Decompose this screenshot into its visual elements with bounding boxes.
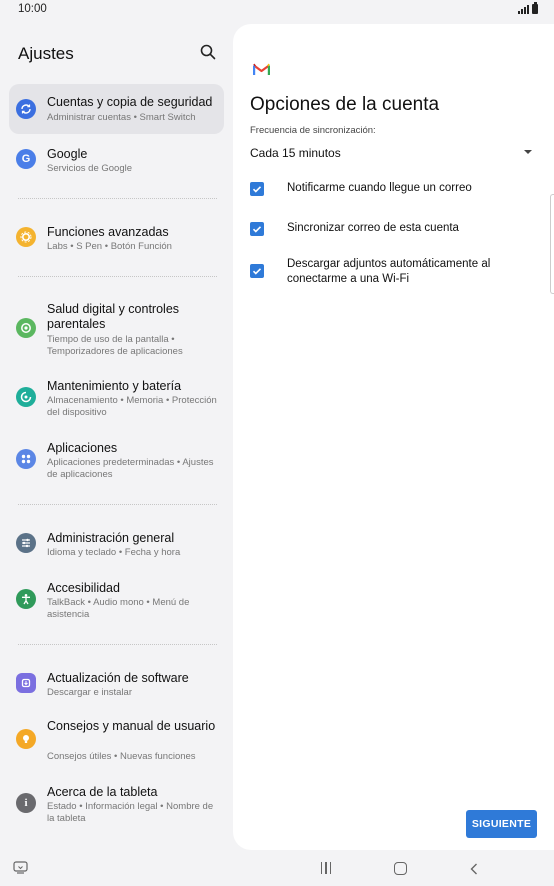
sidebar-item-subtitle: Tiempo de uso de la pantalla • Temporiza… — [47, 334, 183, 357]
sync-frequency-dropdown[interactable]: Cada 15 minutos — [250, 144, 532, 162]
sidebar-item-title: Salud digital y controles parentales — [47, 302, 180, 331]
checkmark-icon — [252, 186, 262, 193]
accessibility-icon — [16, 589, 36, 609]
checkmark-icon — [252, 268, 262, 275]
sidebar-item-subtitle: Labs • S Pen • Botón Función — [47, 241, 172, 252]
status-icons — [518, 2, 538, 14]
sidebar-item-subtitle: Descargar e instalar — [47, 687, 133, 698]
sidebar-item-title: Consejos y manual de usuario — [47, 719, 216, 733]
notify-checkbox[interactable] — [250, 182, 264, 196]
sidebar-item-title: Mantenimiento y batería — [47, 379, 182, 393]
sidebar-item-funciones[interactable]: Funciones avanzadas Labs • S Pen • Botón… — [9, 216, 224, 258]
sidebar-item-actualizacion[interactable]: Actualización de software Descargar e in… — [9, 662, 224, 704]
sidebar-item-accesibilidad[interactable]: Accesibilidad TalkBack • Audio mono • Me… — [9, 574, 224, 626]
sidebar-item-subtitle: Almacenamiento • Memoria • Protección de… — [47, 395, 217, 418]
sidebar-item-subtitle: Estado • Información legal • Nombre de l… — [47, 801, 214, 824]
digital-wellbeing-icon — [16, 318, 36, 338]
attachments-label: Descargar adjuntos automáticamente al co… — [287, 258, 491, 285]
sidebar-item-title: Google — [47, 147, 88, 161]
back-chevron-icon — [470, 863, 477, 875]
sidebar-item-title: Funciones avanzadas — [47, 225, 169, 239]
sidebar-item-title: Accesibilidad — [47, 581, 120, 595]
sidebar-item-aplicaciones[interactable]: Aplicaciones Aplicaciones predeterminada… — [9, 434, 224, 486]
search-button[interactable] — [200, 44, 218, 62]
sidebar-item-google[interactable]: G Google Servicios de Google — [9, 138, 224, 180]
sidebar-item-cuentas[interactable]: Cuentas y copia de seguridad Administrar… — [9, 84, 224, 134]
sidebar-item-title: Actualización de software — [47, 671, 189, 685]
divider — [18, 276, 217, 277]
sidebar-item-acerca[interactable]: i Acerca de la tableta Estado • Informac… — [9, 778, 224, 830]
next-button[interactable]: SIGUIENTE — [466, 810, 537, 838]
sidebar-item-title: Cuentas y copia de seguridad — [47, 95, 213, 109]
search-icon — [200, 44, 216, 60]
keyboard-icon — [13, 861, 28, 874]
sidebar-item-subtitle: Servicios de Google — [47, 163, 133, 174]
sync-icon — [16, 99, 36, 119]
keyboard-button[interactable] — [13, 861, 28, 874]
account-options-panel: Opciones de la cuenta Frecuencia de sinc… — [233, 24, 554, 850]
divider — [18, 644, 217, 645]
sync-label: Sincronizar correo de esta cuenta — [287, 222, 459, 234]
status-time: 10:00 — [18, 3, 47, 15]
scroll-indicator[interactable] — [550, 194, 554, 294]
lightbulb-icon — [16, 729, 36, 749]
sidebar-item-subtitle: Idioma y teclado • Fecha y hora — [47, 547, 181, 558]
settings-sidebar: Ajustes Cuentas y copia de seguridad Adm… — [0, 20, 233, 850]
sidebar-item-subtitle: TalkBack • Audio mono • Menú de asistenc… — [47, 597, 190, 620]
battery-icon — [532, 2, 538, 14]
option-attachments-row[interactable]: Descargar adjuntos automáticamente al co… — [250, 257, 540, 291]
sidebar-item-subtitle: Aplicaciones predeterminadas • Ajustes d… — [47, 457, 214, 480]
sidebar-item-title: Acerca de la tableta — [47, 785, 158, 799]
sidebar-item-salud[interactable]: Salud digital y controles parentales Tie… — [9, 294, 224, 364]
sync-frequency-label: Frecuencia de sincronización: — [250, 125, 376, 136]
notify-label: Notificarme cuando llegue un correo — [287, 182, 472, 194]
settings-title: Ajustes — [18, 44, 74, 63]
back-button[interactable] — [469, 862, 479, 875]
sidebar-item-consejos[interactable]: Consejos y manual de usuario Consejos út… — [9, 712, 224, 768]
sidebar-item-mantenimiento[interactable]: Mantenimiento y batería Almacenamiento •… — [9, 372, 224, 424]
sidebar-item-administracion[interactable]: Administración general Idioma y teclado … — [9, 522, 224, 564]
info-icon: i — [16, 793, 36, 813]
attachments-checkbox[interactable] — [250, 264, 264, 278]
apps-icon — [16, 449, 36, 469]
software-update-icon — [16, 673, 36, 693]
sidebar-item-subtitle: Consejos útiles • Nuevas funciones — [47, 751, 196, 762]
divider — [18, 198, 217, 199]
status-bar: 10:00 — [0, 0, 554, 20]
home-button[interactable] — [394, 862, 407, 875]
divider — [18, 504, 217, 505]
sidebar-item-subtitle: Administrar cuentas • Smart Switch — [47, 112, 196, 123]
sliders-icon — [16, 533, 36, 553]
checkmark-icon — [252, 226, 262, 233]
sidebar-item-title: Aplicaciones — [47, 441, 118, 455]
navigation-bar — [0, 850, 554, 886]
option-notify-row[interactable]: Notificarme cuando llegue un correo — [250, 181, 540, 199]
gear-icon — [16, 227, 36, 247]
gmail-logo — [252, 63, 271, 81]
recent-apps-button[interactable] — [321, 862, 333, 874]
sync-checkbox[interactable] — [250, 222, 264, 236]
sidebar-item-title: Administración general — [47, 531, 175, 545]
panel-title: Opciones de la cuenta — [250, 94, 440, 115]
signal-icon — [518, 4, 529, 14]
dropdown-arrow-icon — [524, 150, 532, 154]
option-sync-row[interactable]: Sincronizar correo de esta cuenta — [250, 221, 540, 239]
google-icon: G — [16, 149, 36, 169]
sync-frequency-value: Cada 15 minutos — [250, 146, 341, 160]
device-care-icon — [16, 387, 36, 407]
